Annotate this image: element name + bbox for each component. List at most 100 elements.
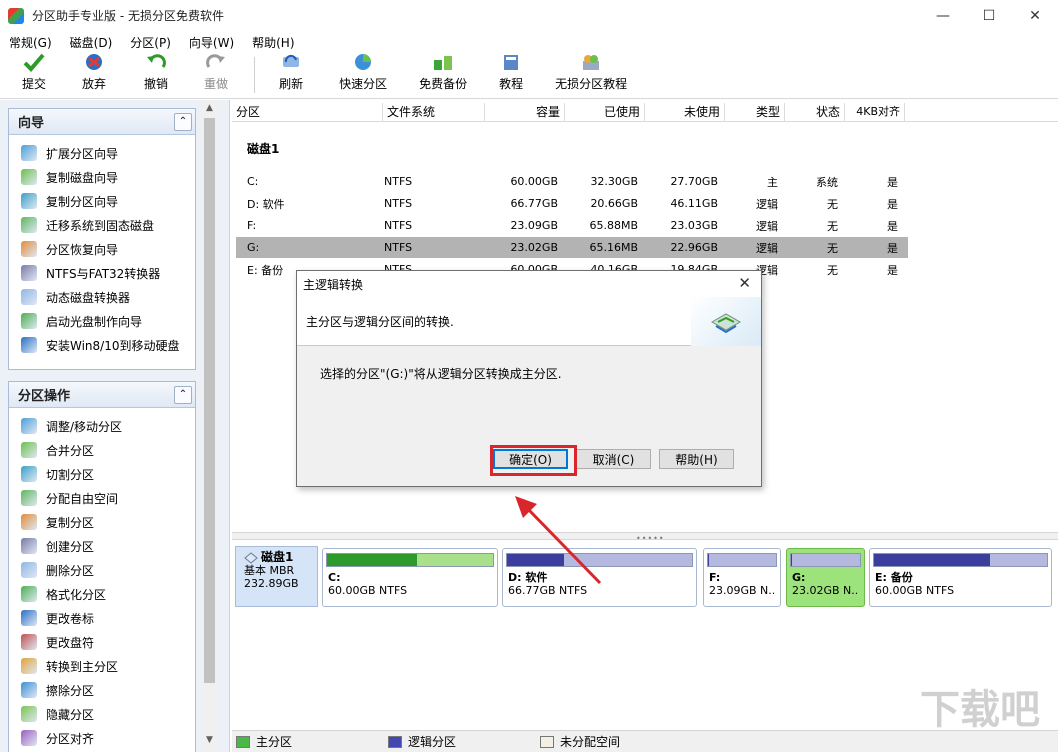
ops-item[interactable]: 调整/移动分区 <box>9 414 195 438</box>
wizard-item[interactable]: 复制磁盘向导 <box>9 165 195 189</box>
ops-item[interactable]: 创建分区 <box>9 534 195 558</box>
wizard-item[interactable]: NTFS与FAT32转换器 <box>9 261 195 285</box>
minimize-button[interactable]: — <box>920 0 966 31</box>
ok-button[interactable]: 确定(O) <box>493 449 568 469</box>
table-cell: 逻辑 <box>756 241 778 255</box>
ops-item-icon <box>21 658 37 674</box>
cancel-button[interactable]: 取消(C) <box>576 449 651 469</box>
left-sidebar: 向导 ⌃ 扩展分区向导 复制磁盘向导 复制分区向导 迁移系统到固态磁盘 分区恢复向导 NT… <box>0 100 230 752</box>
menu-partition[interactable]: 分区(P) <box>121 34 180 51</box>
ops-item[interactable]: 分配自由空间 <box>9 486 195 510</box>
table-cell: 无 <box>827 197 838 211</box>
ops-item[interactable]: 切割分区 <box>9 462 195 486</box>
scroll-down-icon[interactable]: ▼ <box>202 732 217 748</box>
ops-item-icon <box>21 538 37 554</box>
help-button[interactable]: 帮助(H) <box>659 449 734 469</box>
tutorial-button[interactable]: 教程 <box>499 52 523 98</box>
col-free[interactable]: 未使用 <box>645 103 725 121</box>
table-cell: 主 <box>767 175 778 189</box>
menu-wizard[interactable]: 向导(W) <box>180 34 243 51</box>
table-cell: 系统 <box>816 175 838 189</box>
checkmark-icon <box>23 52 45 72</box>
ops-item[interactable]: 复制分区 <box>9 510 195 534</box>
partition-name: C: <box>328 571 341 584</box>
disk-info-card[interactable]: 磁盘1 基本 MBR 232.89GB <box>235 546 318 607</box>
wizard-item[interactable]: 复制分区向导 <box>9 189 195 213</box>
col-type[interactable]: 类型 <box>725 103 785 121</box>
logical-swatch <box>388 735 403 748</box>
wizard-item[interactable]: 迁移系统到固态磁盘 <box>9 213 195 237</box>
refresh-button[interactable]: 刷新 <box>279 52 303 98</box>
collapse-icon[interactable]: ⌃ <box>174 385 192 404</box>
lossless-tutorial-button[interactable]: 无损分区教程 <box>555 52 627 98</box>
col-4k-align[interactable]: 4KB对齐 <box>845 103 905 121</box>
table-row[interactable]: D: 软件 NTFS 66.77GB 20.66GB 46.11GB 逻辑 无 是 <box>236 193 908 214</box>
ops-item[interactable]: 删除分区 <box>9 558 195 582</box>
wizard-item-icon <box>21 193 37 209</box>
close-button[interactable]: ✕ <box>1012 0 1058 31</box>
partition-block[interactable]: C: 60.00GB NTFS <box>322 548 498 607</box>
scrollbar-thumb[interactable] <box>204 118 215 683</box>
unallocated-swatch <box>540 735 555 748</box>
free-backup-button[interactable]: 免费备份 <box>419 52 467 98</box>
commit-button[interactable]: 提交 <box>22 52 46 98</box>
ops-item[interactable]: 合并分区 <box>9 438 195 462</box>
ops-item-icon <box>21 634 37 650</box>
table-cell: 46.11GB <box>670 197 718 210</box>
quick-partition-button[interactable]: 快速分区 <box>339 52 387 98</box>
wizard-item[interactable]: 动态磁盘转换器 <box>9 285 195 309</box>
table-cell: NTFS <box>384 197 413 210</box>
disk-type: 基本 MBR <box>244 564 295 577</box>
wizard-item[interactable]: 启动光盘制作向导 <box>9 309 195 333</box>
wizard-item[interactable]: 安装Win8/10到移动硬盘 <box>9 333 195 357</box>
pane-splitter[interactable]: ••••• <box>232 532 1058 543</box>
menu-disk[interactable]: 磁盘(D) <box>61 34 122 51</box>
partition-block[interactable]: F: 23.09GB N... <box>703 548 781 607</box>
partition-name: G: <box>792 571 806 584</box>
table-row[interactable]: F: NTFS 23.09GB 65.88MB 23.03GB 逻辑 无 是 <box>236 215 908 236</box>
wizard-item-label: 复制磁盘向导 <box>46 170 119 185</box>
wizard-item[interactable]: 扩展分区向导 <box>9 141 195 165</box>
partition-block[interactable]: G: 23.02GB N... <box>786 548 865 607</box>
wizard-item[interactable]: 分区恢复向导 <box>9 237 195 261</box>
ops-item[interactable]: 转换到主分区 <box>9 654 195 678</box>
table-cell: 22.96GB <box>670 241 718 254</box>
ops-item[interactable]: 更改盘符 <box>9 630 195 654</box>
dialog-titlebar: 主逻辑转换 ✕ <box>297 271 761 297</box>
redo-button[interactable]: 重做 <box>204 52 228 98</box>
sidebar-scrollbar[interactable]: ▲ ▼ <box>202 100 217 752</box>
wizard-item-icon <box>21 337 37 353</box>
col-capacity[interactable]: 容量 <box>485 103 565 121</box>
primary-swatch <box>236 735 250 748</box>
menu-help[interactable]: 帮助(H) <box>243 34 303 51</box>
ops-item[interactable]: 分区对齐 <box>9 726 195 750</box>
scroll-up-icon[interactable]: ▲ <box>202 100 217 116</box>
wizard-item-icon <box>21 265 37 281</box>
ops-item[interactable]: 隐藏分区 <box>9 702 195 726</box>
partition-block[interactable]: D: 软件 66.77GB NTFS <box>502 548 697 607</box>
partition-name: E: 备份 <box>875 571 913 584</box>
refresh-icon <box>280 52 302 72</box>
table-cell: 是 <box>887 241 898 255</box>
col-partition[interactable]: 分区 <box>232 103 383 121</box>
maximize-button[interactable]: ☐ <box>966 0 1012 31</box>
table-row[interactable]: C: NTFS 60.00GB 32.30GB 27.70GB 主 系统 是 <box>236 171 908 192</box>
discard-button[interactable]: 放弃 <box>82 52 106 98</box>
usage-fill <box>791 554 793 566</box>
dialog-close-icon[interactable]: ✕ <box>738 274 751 292</box>
undo-button[interactable]: 撤销 <box>144 52 168 98</box>
col-filesystem[interactable]: 文件系统 <box>383 103 485 121</box>
ops-item[interactable]: 更改卷标 <box>9 606 195 630</box>
ops-item-icon <box>21 418 37 434</box>
menu-general[interactable]: 常规(G) <box>0 34 61 51</box>
col-status[interactable]: 状态 <box>785 103 845 121</box>
table-row[interactable]: G: NTFS 23.02GB 65.16MB 22.96GB 逻辑 无 是 <box>236 237 908 258</box>
ops-item[interactable]: 格式化分区 <box>9 582 195 606</box>
title-bar: 分区助手专业版 - 无损分区免费软件 — ☐ ✕ <box>0 0 1058 31</box>
wizard-item-icon <box>21 313 37 329</box>
collapse-icon[interactable]: ⌃ <box>174 112 192 131</box>
col-used[interactable]: 已使用 <box>565 103 645 121</box>
ops-item-label: 擦除分区 <box>46 683 95 698</box>
ops-item[interactable]: 擦除分区 <box>9 678 195 702</box>
partition-block[interactable]: E: 备份 60.00GB NTFS <box>869 548 1052 607</box>
